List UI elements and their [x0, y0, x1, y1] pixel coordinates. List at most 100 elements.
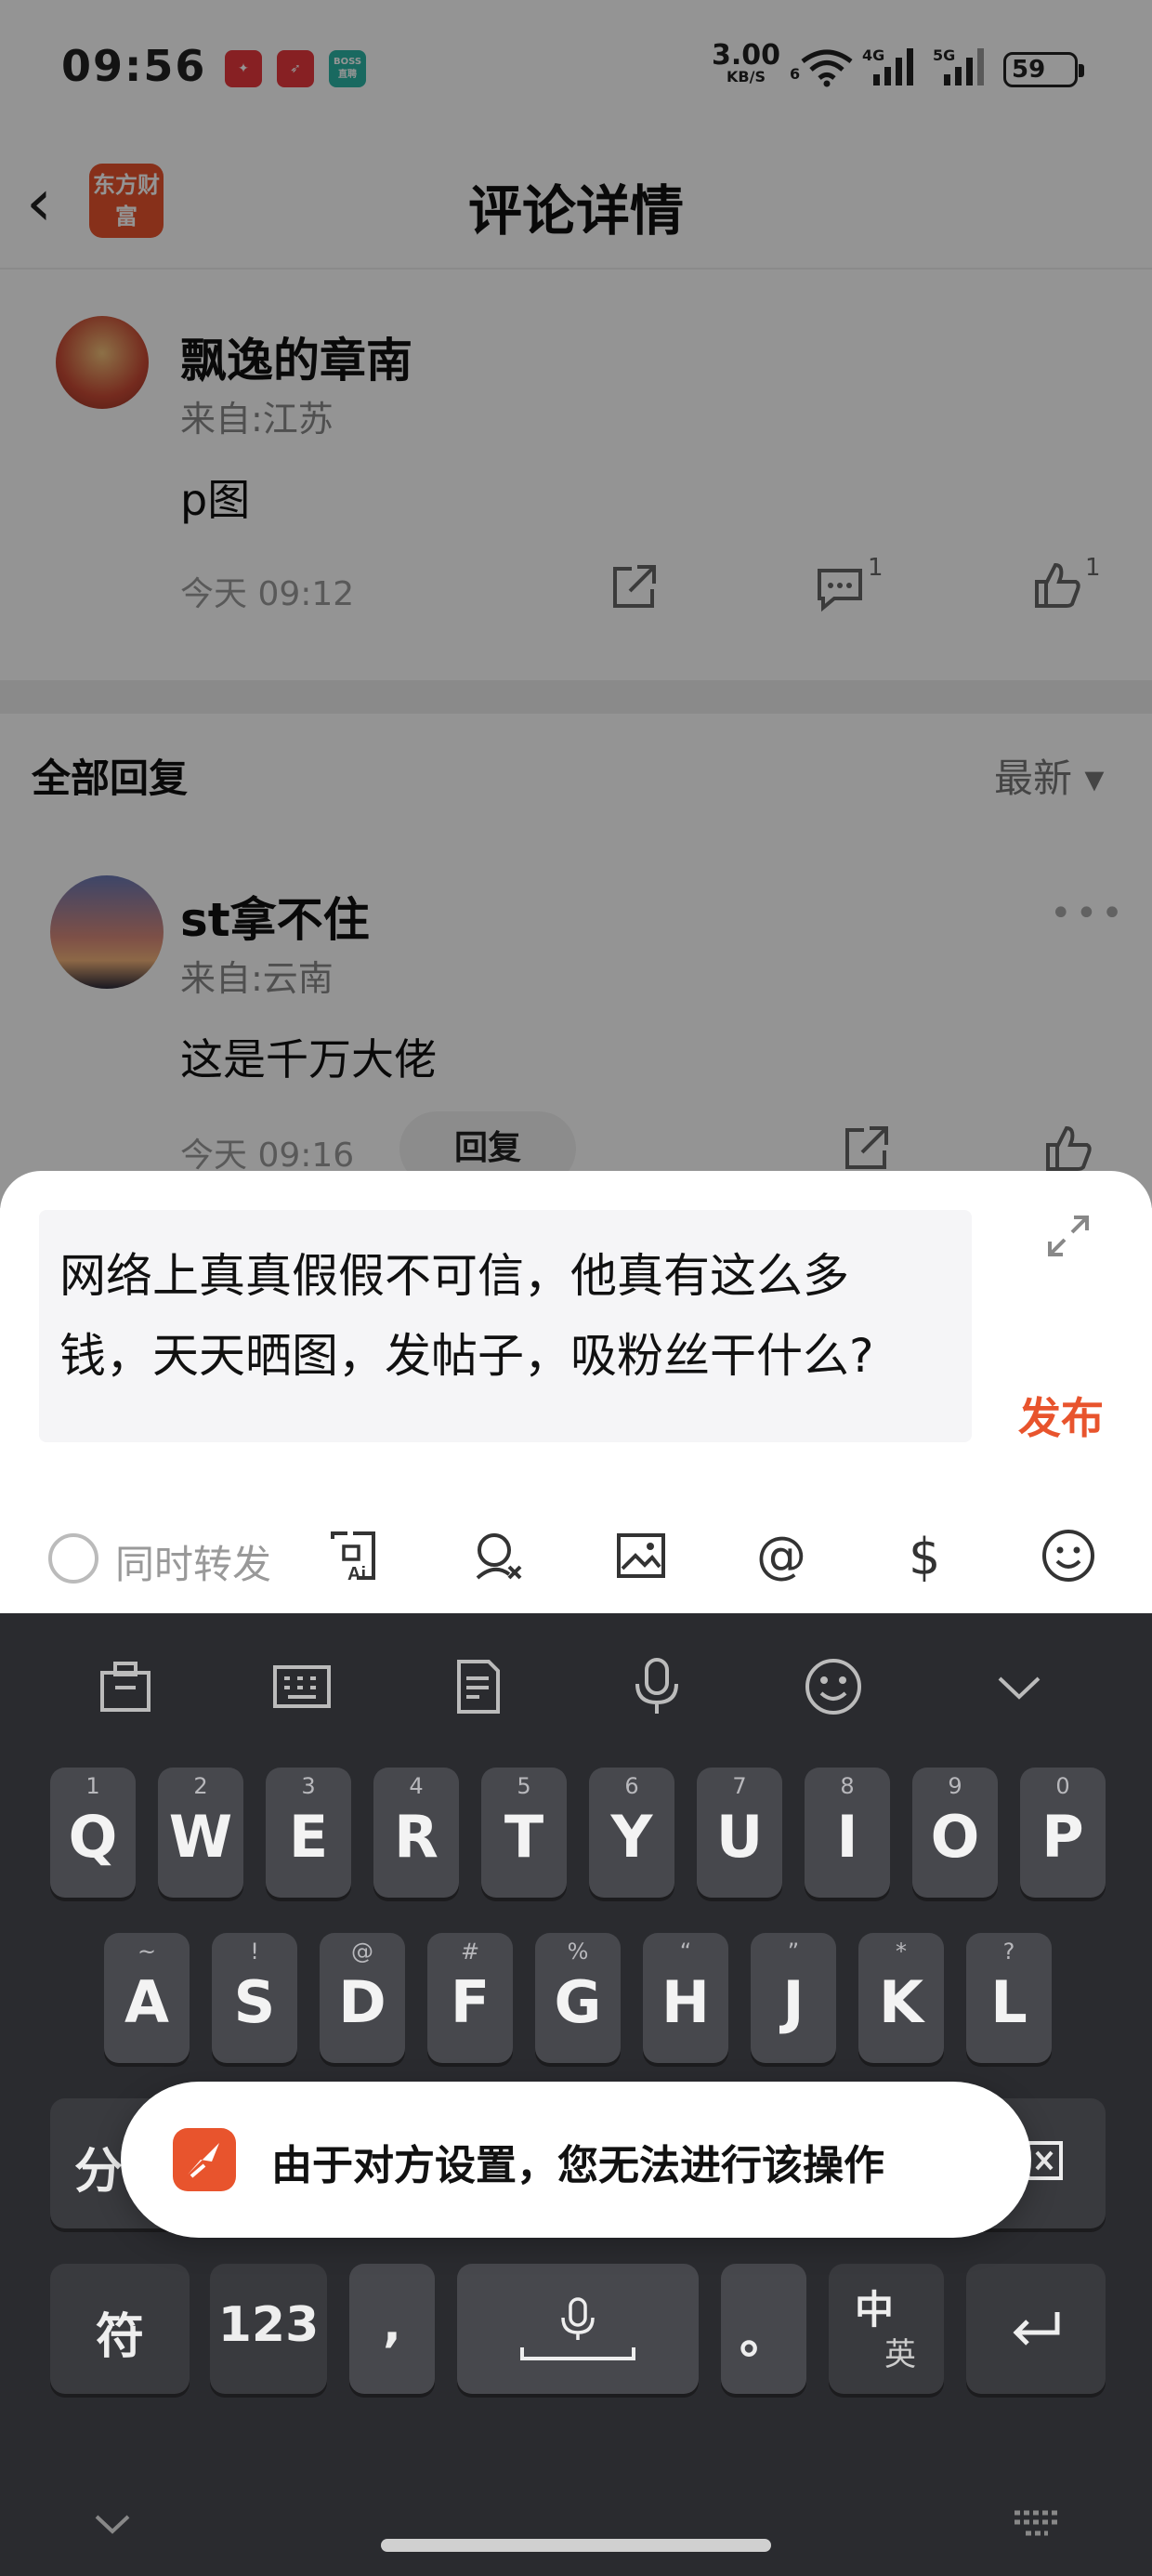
key-s-sub: ! — [250, 1939, 259, 1965]
stock-search-icon[interactable] — [468, 1526, 528, 1585]
period-key-label: 。 — [739, 2309, 788, 2365]
key-o-main: O — [930, 1803, 980, 1871]
numbers-key-label: 123 — [217, 2297, 320, 2353]
language-switch-key[interactable]: 中 英 — [829, 2264, 944, 2394]
key-f-main: F — [450, 1968, 491, 2036]
expand-icon[interactable] — [1042, 1210, 1094, 1262]
language-top-label: 中 — [855, 2287, 895, 2333]
comma-key-label: , — [383, 2297, 401, 2353]
key-u-main: U — [715, 1803, 764, 1871]
reply-input[interactable]: 网络上真真假假不可信，他真有这么多 钱，天天晒图，发帖子，吸粉丝干什么? — [39, 1210, 972, 1442]
symbols-key-label: 符 — [95, 2309, 144, 2365]
symbols-key[interactable]: 符 — [50, 2264, 190, 2394]
language-bottom-label: 英 — [884, 2336, 916, 2373]
key-s[interactable]: ! S — [212, 1933, 297, 2063]
key-t-main: T — [504, 1803, 544, 1871]
key-e-sub: 3 — [301, 1773, 316, 1799]
key-u[interactable]: 7U — [697, 1768, 782, 1898]
key-u-sub: 7 — [732, 1773, 747, 1799]
emoji-keyboard-icon[interactable] — [801, 1654, 866, 1719]
key-l[interactable]: ? L — [966, 1933, 1052, 2063]
key-f[interactable]: # F — [427, 1933, 513, 2063]
collapse-keyboard-icon[interactable] — [987, 1654, 1052, 1719]
key-l-main: L — [990, 1968, 1028, 2036]
toast-message: 由于对方设置，您无法进行该操作 — [271, 2142, 884, 2189]
key-e[interactable]: 3E — [266, 1768, 351, 1898]
reply-input-line-2: 钱，天天晒图，发帖子，吸粉丝干什么? — [59, 1329, 874, 1383]
key-k-sub: * — [896, 1939, 907, 1965]
key-o-sub: 9 — [948, 1773, 962, 1799]
svg-text:$: $ — [909, 1528, 940, 1585]
key-h-main: H — [661, 1968, 710, 2036]
comma-key[interactable]: , — [349, 2264, 435, 2394]
dollar-icon[interactable]: $ — [896, 1526, 955, 1585]
key-j-main: J — [782, 1968, 805, 2036]
clipboard-icon[interactable] — [93, 1654, 158, 1719]
key-j[interactable]: ” J — [751, 1933, 836, 2063]
key-p-sub: 0 — [1055, 1773, 1070, 1799]
key-o[interactable]: 9O — [912, 1768, 998, 1898]
ai-ask-icon[interactable]: Ai — [325, 1526, 385, 1585]
key-k-main: K — [878, 1968, 924, 2036]
keyboard-hide-icon[interactable] — [89, 2505, 136, 2543]
dim-overlay[interactable] — [0, 0, 1152, 1208]
key-l-sub: ? — [1002, 1939, 1015, 1965]
key-q-main: Q — [68, 1803, 118, 1871]
key-a[interactable]: ~ A — [104, 1933, 190, 2063]
space-key[interactable] — [457, 2264, 699, 2394]
period-key[interactable]: 。 — [721, 2264, 806, 2394]
space-mic-icon — [520, 2297, 635, 2360]
comment-detail-page: 09:56 ✦ ➶ BOSS直聘 3.00 KB/S 6 4G 5G 59 ‹ … — [0, 0, 1152, 1208]
toast-logo-glyph — [188, 2143, 219, 2178]
forward-checkbox[interactable] — [48, 1533, 98, 1584]
numbers-key[interactable]: 123 — [210, 2264, 327, 2394]
mention-icon[interactable]: @ — [753, 1526, 812, 1585]
emoji-icon[interactable] — [1039, 1526, 1098, 1585]
key-w[interactable]: 2W — [158, 1768, 243, 1898]
key-i[interactable]: 8I — [805, 1768, 890, 1898]
home-indicator[interactable] — [381, 2539, 771, 2552]
enter-icon — [1013, 2312, 1060, 2346]
key-p[interactable]: 0P — [1020, 1768, 1106, 1898]
enter-key[interactable] — [966, 2264, 1106, 2394]
key-g[interactable]: % G — [535, 1933, 621, 2063]
key-t-sub: 5 — [517, 1773, 531, 1799]
image-icon[interactable] — [611, 1526, 671, 1585]
reply-input-line-1: 网络上真真假假不可信，他真有这么多 — [59, 1249, 849, 1303]
app-logo-icon — [173, 2128, 236, 2191]
key-p-main: P — [1041, 1803, 1084, 1871]
key-y[interactable]: 6Y — [589, 1768, 674, 1898]
key-i-sub: 8 — [840, 1773, 855, 1799]
keyboard-switch-icon[interactable] — [1009, 2505, 1065, 2543]
key-e-main: E — [288, 1803, 329, 1871]
key-d-sub: @ — [351, 1939, 373, 1965]
key-r[interactable]: 4R — [373, 1768, 459, 1898]
key-s-main: S — [233, 1968, 276, 2036]
svg-text:@: @ — [756, 1526, 806, 1584]
forward-label: 同时转发 — [115, 1542, 272, 1587]
document-icon[interactable] — [446, 1654, 511, 1719]
compose-panel: 网络上真真假假不可信，他真有这么多 钱，天天晒图，发帖子，吸粉丝干什么? 发布 … — [0, 1171, 1152, 1613]
key-j-sub: ” — [787, 1939, 800, 1965]
key-y-main: Y — [610, 1803, 653, 1871]
key-a-main: A — [124, 1968, 169, 2036]
microphone-icon[interactable] — [624, 1654, 689, 1719]
key-g-sub: % — [567, 1939, 589, 1965]
key-r-main: R — [394, 1803, 439, 1871]
key-d[interactable]: @ D — [320, 1933, 405, 2063]
key-w-main: W — [168, 1803, 233, 1871]
compose-toolbar: 同时转发 Ai @ $ — [0, 1505, 1152, 1598]
key-h[interactable]: “H — [643, 1933, 728, 2063]
error-toast: 由于对方设置，您无法进行该操作 — [121, 2082, 1031, 2238]
key-a-sub: ~ — [137, 1939, 157, 1965]
key-w-sub: 2 — [193, 1773, 208, 1799]
key-f-sub: # — [460, 1939, 480, 1965]
keyboard-layout-icon[interactable] — [269, 1654, 334, 1719]
key-t[interactable]: 5T — [481, 1768, 567, 1898]
key-h-sub: “ — [679, 1939, 692, 1965]
key-q-sub: 1 — [85, 1773, 100, 1799]
key-k[interactable]: * K — [858, 1933, 944, 2063]
key-d-main: D — [338, 1968, 386, 2036]
key-q[interactable]: 1Q — [50, 1768, 136, 1898]
publish-button[interactable]: 发布 — [1018, 1385, 1104, 1446]
